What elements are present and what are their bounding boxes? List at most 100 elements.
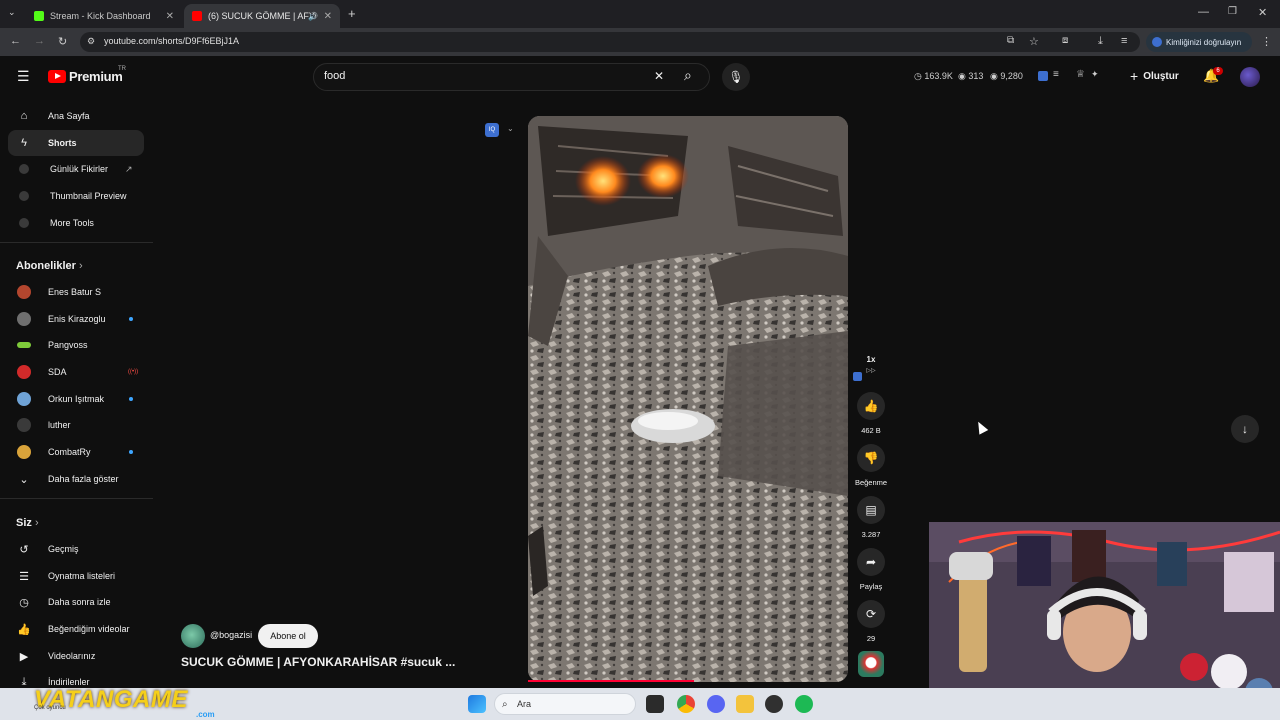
subscription-item[interactable]: CombatRy: [8, 439, 144, 465]
sidebar-item-label: Geçmiş: [48, 544, 79, 554]
chevron-down-icon: ⌄: [19, 473, 29, 486]
channel-avatar[interactable]: [181, 624, 205, 648]
clear-search-icon[interactable]: ✕: [654, 69, 664, 83]
subscription-item[interactable]: Pangvoss: [8, 332, 144, 358]
extension-badge-icon[interactable]: [1038, 71, 1048, 81]
minimize-icon[interactable]: —: [1198, 6, 1209, 18]
cast-icon[interactable]: ⧉: [1007, 35, 1014, 46]
subscriptions-heading[interactable]: Abonelikler ›: [16, 260, 83, 272]
liked-videos-icon: 👍: [17, 623, 31, 636]
downloads-icon[interactable]: ⤓: [1098, 35, 1103, 48]
url-text[interactable]: youtube.com/shorts/D9Ff6EBjJ1A: [104, 36, 239, 46]
youtube-favicon-icon: [192, 11, 202, 21]
video-frame-image: [528, 116, 848, 682]
new-tab-icon[interactable]: +: [348, 6, 356, 21]
show-more-button[interactable]: ⌄ Daha fazla göster: [8, 466, 144, 492]
share-button[interactable]: ➦: [857, 548, 885, 576]
video-progress-bar[interactable]: [528, 680, 694, 682]
close-tab-icon[interactable]: ✕: [166, 11, 174, 22]
forward-icon[interactable]: →: [34, 35, 45, 47]
playback-speed-button[interactable]: 1x: [857, 355, 885, 364]
extension-badge-icon: [853, 372, 862, 381]
subscription-item[interactable]: Enis Kirazoglu: [8, 306, 144, 332]
task-view-icon[interactable]: [646, 695, 664, 713]
windows-start-icon[interactable]: [468, 695, 486, 713]
subscription-label: luther: [48, 420, 71, 430]
your-videos-icon: ▶: [19, 650, 29, 663]
tab-kick-dashboard[interactable]: Stream - Kick Dashboard ✕: [26, 4, 182, 28]
sidebar-item-shorts[interactable]: ϟ Shorts: [8, 130, 144, 156]
extension-badge-icon[interactable]: IQ: [485, 123, 499, 137]
sidebar-item-more-tools[interactable]: More Tools: [8, 210, 144, 236]
voice-search-button[interactable]: 🎙: [722, 63, 750, 91]
close-tab-icon[interactable]: ✕: [324, 11, 332, 22]
discord-icon[interactable]: [707, 695, 725, 713]
share-arrow-icon: ➦: [865, 555, 877, 569]
tab-search-icon[interactable]: ⌄: [8, 7, 16, 18]
audio-playing-icon[interactable]: 🔊: [308, 12, 318, 21]
sound-thumbnail[interactable]: [858, 651, 884, 677]
close-window-icon[interactable]: ✕: [1258, 6, 1267, 19]
sidebar: ⌂ Ana Sayfa ϟ Shorts Günlük Fikirler ↗ T…: [0, 100, 153, 690]
sidebar-item-history[interactable]: ↺ Geçmiş: [8, 536, 144, 562]
spotify-icon[interactable]: [795, 695, 813, 713]
sidebar-item-playlists[interactable]: ☰ Oynatma listeleri: [8, 563, 144, 589]
channel-handle[interactable]: @bogazisi: [210, 630, 252, 640]
sidebar-item-label: More Tools: [50, 218, 94, 228]
reading-list-icon[interactable]: ≡: [1121, 35, 1127, 47]
subscription-item[interactable]: Orkun Işıtmak: [8, 386, 144, 412]
next-short-button[interactable]: ↓: [1231, 415, 1259, 443]
back-icon[interactable]: ←: [10, 35, 21, 47]
account-avatar[interactable]: [1240, 67, 1260, 87]
subscription-item[interactable]: SDA ((•)): [8, 359, 144, 385]
chrome-icon[interactable]: [677, 695, 695, 713]
youtube-logo[interactable]: Premium: [48, 69, 123, 84]
you-heading[interactable]: Siz ›: [16, 517, 39, 529]
tab-youtube-short[interactable]: (6) SUCUK GÖMME | AFYO 🔊 ✕: [184, 4, 340, 28]
new-content-dot: [129, 450, 133, 454]
subscription-item[interactable]: Enes Batur S: [8, 279, 144, 305]
browser-menu-icon[interactable]: ⋮: [1261, 35, 1272, 48]
like-count: 462 B: [861, 426, 881, 435]
chevron-down-icon[interactable]: ⌄: [507, 124, 514, 133]
sidebar-item-your-videos[interactable]: ▶ Videolarınız: [8, 643, 144, 669]
remix-button[interactable]: ⟳: [857, 600, 885, 628]
search-query[interactable]: food: [324, 70, 345, 82]
watching-stat: ◉ 313: [958, 71, 984, 81]
obs-icon[interactable]: [765, 695, 783, 713]
create-button[interactable]: + Oluştur: [1130, 66, 1179, 86]
file-explorer-icon[interactable]: [736, 695, 754, 713]
like-button[interactable]: 👍: [857, 392, 885, 420]
share-label: Paylaş: [859, 582, 883, 591]
extensions-icon[interactable]: ⧈: [1062, 35, 1068, 46]
verify-identity-button[interactable]: Kimliğinizi doğrulayın: [1146, 32, 1252, 52]
sidebar-item-gunluk-fikirler[interactable]: Günlük Fikirler ↗: [8, 156, 144, 182]
restore-icon[interactable]: ❐: [1228, 6, 1237, 17]
sidebar-item-home[interactable]: ⌂ Ana Sayfa: [8, 103, 144, 129]
dislike-label: Beğenme: [854, 478, 888, 487]
sidebar-item-liked-videos[interactable]: 👍 Beğendiğim videolar: [8, 616, 144, 642]
short-title[interactable]: SUCUK GÖMME | AFYONKARAHİSAR #sucuk ...: [181, 655, 455, 669]
hamburger-menu-icon[interactable]: ☰: [17, 68, 30, 85]
site-info-icon[interactable]: ⚙: [87, 36, 95, 47]
remix-icon: ⟳: [865, 607, 877, 621]
subscribe-button[interactable]: Abone ol: [258, 624, 318, 648]
sidebar-item-label: Günlük Fikirler: [50, 164, 109, 174]
comments-button[interactable]: ▤: [857, 496, 885, 524]
trophy-icon[interactable]: ♕: [1076, 69, 1085, 80]
queue-icon[interactable]: ≡: [1053, 69, 1059, 80]
dislike-button[interactable]: 👎: [857, 444, 885, 472]
sidebar-item-watch-later[interactable]: ◷ Daha sonra izle: [8, 589, 144, 615]
sidebar-item-thumbnail-preview[interactable]: Thumbnail Preview: [8, 183, 144, 209]
sparkle-icon[interactable]: ✦: [1091, 69, 1099, 80]
reload-icon[interactable]: ↻: [58, 35, 67, 48]
search-input[interactable]: [313, 63, 710, 91]
live-indicator-icon: ((•)): [128, 369, 139, 375]
views-stat: ◷ 163.9K: [914, 71, 953, 81]
verify-label: Kimliğinizi doğrulayın: [1166, 37, 1242, 47]
shorts-video-player[interactable]: [528, 116, 848, 682]
bookmark-star-icon[interactable]: ☆: [1029, 35, 1039, 48]
taskbar-search[interactable]: ⌕ Ara: [494, 693, 636, 715]
search-icon[interactable]: ⌕: [684, 67, 692, 84]
subscription-item[interactable]: luther: [8, 412, 144, 438]
